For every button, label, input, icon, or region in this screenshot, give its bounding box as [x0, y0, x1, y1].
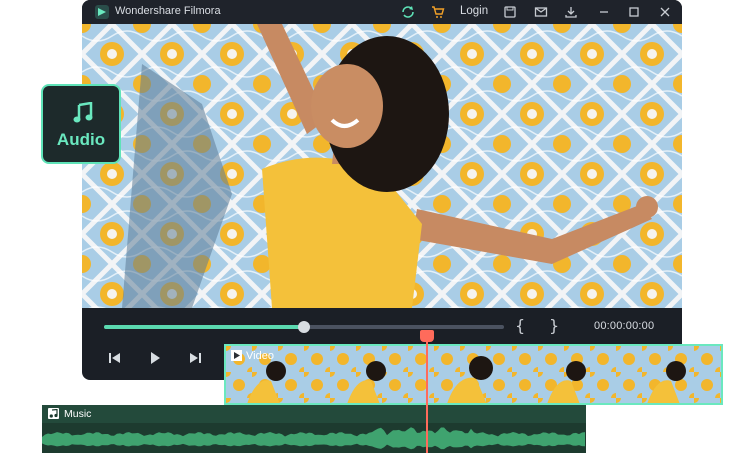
download-icon[interactable]	[563, 4, 579, 20]
mail-icon[interactable]	[533, 4, 549, 20]
cart-icon[interactable]	[430, 4, 446, 20]
music-track-label: Music	[64, 408, 92, 420]
minimize-icon[interactable]	[596, 4, 612, 20]
titlebar: Wondershare Filmora Login	[82, 0, 682, 24]
play-icon[interactable]	[147, 350, 163, 366]
filmora-logo-icon	[95, 5, 109, 19]
mark-out-button[interactable]: }	[549, 316, 559, 335]
music-track-header: Music	[42, 405, 586, 423]
video-track-icon	[231, 350, 242, 361]
prev-frame-icon[interactable]	[106, 350, 122, 366]
close-icon[interactable]	[657, 4, 673, 20]
music-track-icon	[48, 408, 59, 419]
music-waveform	[42, 427, 585, 450]
playhead-line[interactable]	[426, 338, 428, 453]
timecode: 00:00:00:00	[594, 320, 655, 332]
refresh-icon[interactable]	[400, 4, 416, 20]
music-track[interactable]: Music	[42, 405, 586, 453]
playback-scrubber[interactable]	[104, 321, 504, 333]
audio-badge: Audio	[41, 84, 121, 164]
app-title: Wondershare Filmora	[115, 5, 221, 17]
scrubber-progress	[104, 325, 304, 329]
app-window: Wondershare Filmora Login {} 00:00:00:0…	[82, 0, 682, 380]
video-preview[interactable]	[82, 24, 682, 308]
maximize-icon[interactable]	[626, 4, 642, 20]
video-track-label: Video	[246, 350, 274, 362]
mark-in-button[interactable]: {	[515, 316, 525, 335]
save-icon[interactable]	[502, 4, 518, 20]
login-link[interactable]: Login	[460, 5, 488, 17]
video-track[interactable]: Video	[224, 344, 723, 405]
music-note-icon	[73, 102, 93, 123]
scrubber-handle[interactable]	[298, 321, 310, 333]
next-frame-icon[interactable]	[188, 350, 204, 366]
audio-badge-label: Audio	[56, 130, 106, 149]
